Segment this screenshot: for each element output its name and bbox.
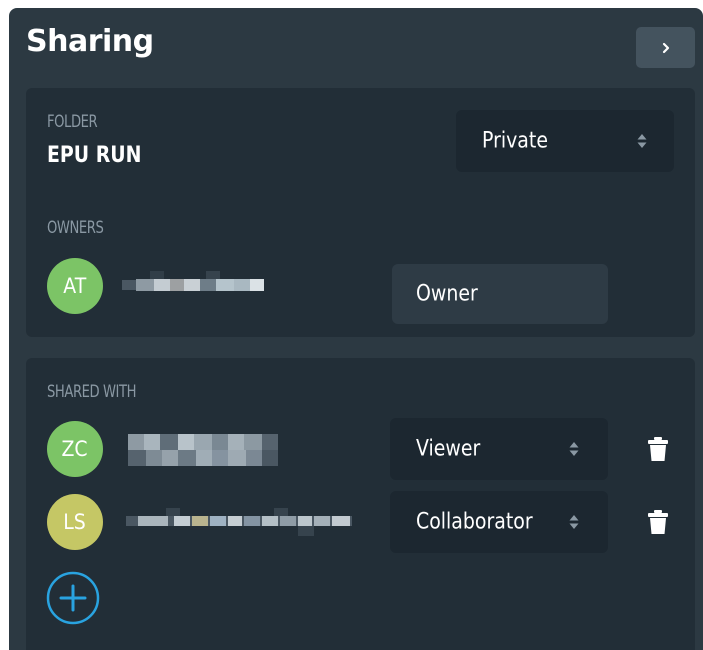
trash-icon[interactable] — [648, 510, 668, 534]
member-role-select[interactable]: Collaborator — [390, 491, 608, 553]
owner-role-text: Owner — [416, 281, 478, 307]
shared-with-card: SHARED WITH ZC Viewer LS Collaborator — [26, 358, 695, 650]
member-name-redacted — [128, 434, 288, 466]
shared-with-label: SHARED WITH — [47, 382, 137, 402]
member-role-value: Collaborator — [416, 509, 533, 535]
avatar-initials: AT — [63, 274, 87, 298]
sort-icon — [569, 515, 579, 529]
member-role-select[interactable]: Viewer — [390, 418, 608, 480]
avatar: AT — [47, 258, 103, 314]
owner-name-redacted — [122, 271, 267, 299]
sort-icon — [637, 134, 647, 148]
owner-role: Owner — [392, 264, 608, 324]
owners-label: OWNERS — [47, 218, 104, 238]
avatar: ZC — [47, 421, 103, 477]
folder-label: FOLDER — [47, 112, 98, 132]
sort-icon — [569, 442, 579, 456]
avatar-initials: LS — [63, 510, 87, 534]
panel-header: Sharing — [9, 8, 703, 88]
plus-circle-icon[interactable] — [46, 571, 100, 625]
folder-card: FOLDER EPU RUN Private OWNERS AT Owner — [26, 88, 695, 337]
chevron-right-icon — [662, 42, 669, 53]
trash-icon[interactable] — [648, 437, 668, 461]
collapse-panel-button[interactable] — [636, 27, 695, 68]
folder-name: EPU RUN — [47, 143, 142, 168]
member-role-value: Viewer — [416, 436, 481, 462]
sharing-panel: Sharing FOLDER EPU RUN Private OWNERS AT — [9, 8, 703, 650]
avatar-initials: ZC — [61, 437, 89, 461]
visibility-value: Private — [482, 128, 548, 154]
panel-title: Sharing — [26, 24, 154, 59]
visibility-select[interactable]: Private — [456, 110, 674, 172]
avatar: LS — [47, 494, 103, 550]
member-name-redacted — [126, 504, 352, 544]
